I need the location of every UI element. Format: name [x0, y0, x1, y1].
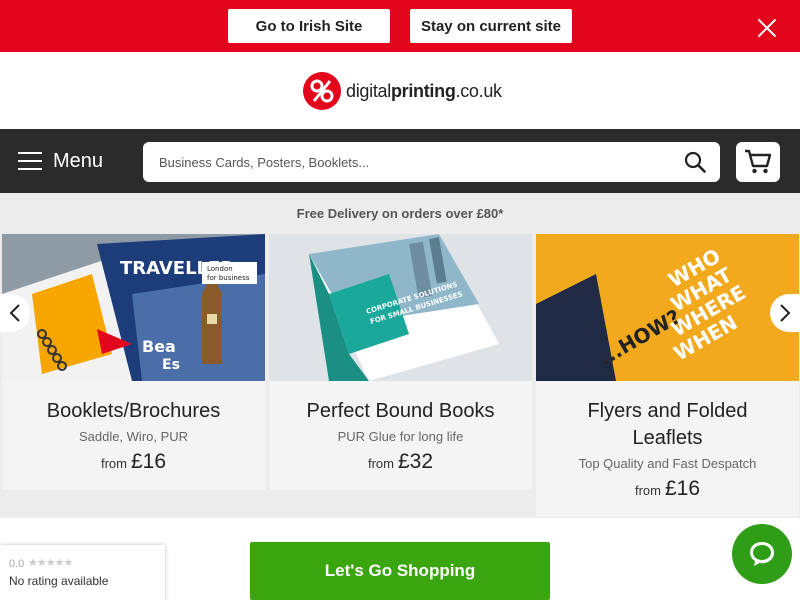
- header-logo-area: digitalprinting.co.uk: [0, 52, 800, 129]
- lets-go-shopping-button[interactable]: Let's Go Shopping: [250, 542, 550, 600]
- menu-label: Menu: [53, 149, 104, 172]
- cart-button[interactable]: [736, 142, 780, 182]
- booklet-cover-sublabel: for business: [207, 274, 250, 282]
- cart-icon: [745, 149, 772, 174]
- chat-button[interactable]: [732, 524, 792, 584]
- booklet-cover-text: Bea: [142, 337, 176, 356]
- percent-logo-icon: [303, 72, 341, 110]
- site-logo[interactable]: digitalprinting.co.uk: [303, 72, 502, 110]
- stay-current-site-button[interactable]: Stay on current site: [410, 9, 572, 43]
- go-irish-site-button[interactable]: Go to Irish Site: [228, 9, 390, 43]
- product-title: Flyers and Folded Leaflets: [587, 400, 748, 449]
- search-bar: [143, 142, 720, 182]
- free-delivery-text: Free Delivery on orders over £80*: [296, 206, 504, 221]
- product-card-perfect-bound[interactable]: CORPORATE SOLUTIONS FOR SMALL BUSINESSES…: [269, 234, 532, 490]
- product-subtitle: Saddle, Wiro, PUR: [78, 429, 189, 444]
- search-icon[interactable]: [684, 151, 706, 173]
- rating-text: No rating available: [9, 574, 109, 588]
- booklet-cover-label: London: [207, 265, 233, 273]
- booklets-image: TRAVELLER London for business Bea Es: [2, 234, 265, 381]
- country-banner: Go to Irish Site Stay on current site: [0, 0, 800, 52]
- close-icon[interactable]: [756, 17, 778, 39]
- product-price: from £32: [367, 450, 434, 473]
- perfect-bound-image: CORPORATE SOLUTIONS FOR SMALL BUSINESSES: [269, 234, 532, 381]
- rating-widget[interactable]: 0.0 ★★★★★ No rating available: [0, 545, 165, 600]
- product-card-flyers[interactable]: WHO WHAT WHERE WHEN ...HOW? Flyers and F…: [536, 234, 799, 517]
- rating-score: 0.0: [9, 558, 25, 570]
- search-input[interactable]: [143, 142, 663, 182]
- hamburger-icon: [18, 152, 42, 170]
- product-price: from £16: [634, 477, 701, 500]
- carousel-next-button[interactable]: [770, 294, 800, 332]
- chat-bubble-icon: [750, 542, 774, 566]
- menu-button[interactable]: Menu: [18, 143, 103, 179]
- product-card-booklets[interactable]: TRAVELLER London for business Bea Es Boo…: [2, 234, 265, 490]
- chevron-left-icon: [9, 304, 20, 322]
- product-title: Booklets/Brochures: [46, 400, 221, 422]
- flyers-image: WHO WHAT WHERE WHEN ...HOW?: [536, 234, 799, 381]
- product-price: from £16: [100, 450, 167, 473]
- chevron-right-icon: [780, 304, 791, 322]
- logo-wordmark: digitalprinting.co.uk: [346, 80, 502, 101]
- rating-stars: ★★★★★: [28, 556, 73, 569]
- product-subtitle: Top Quality and Fast Despatch: [578, 456, 757, 471]
- main-navbar: Menu: [0, 129, 800, 193]
- product-title: Perfect Bound Books: [306, 400, 495, 422]
- product-subtitle: PUR Glue for long life: [337, 429, 464, 444]
- booklet-cover-text-2: Es: [162, 357, 180, 373]
